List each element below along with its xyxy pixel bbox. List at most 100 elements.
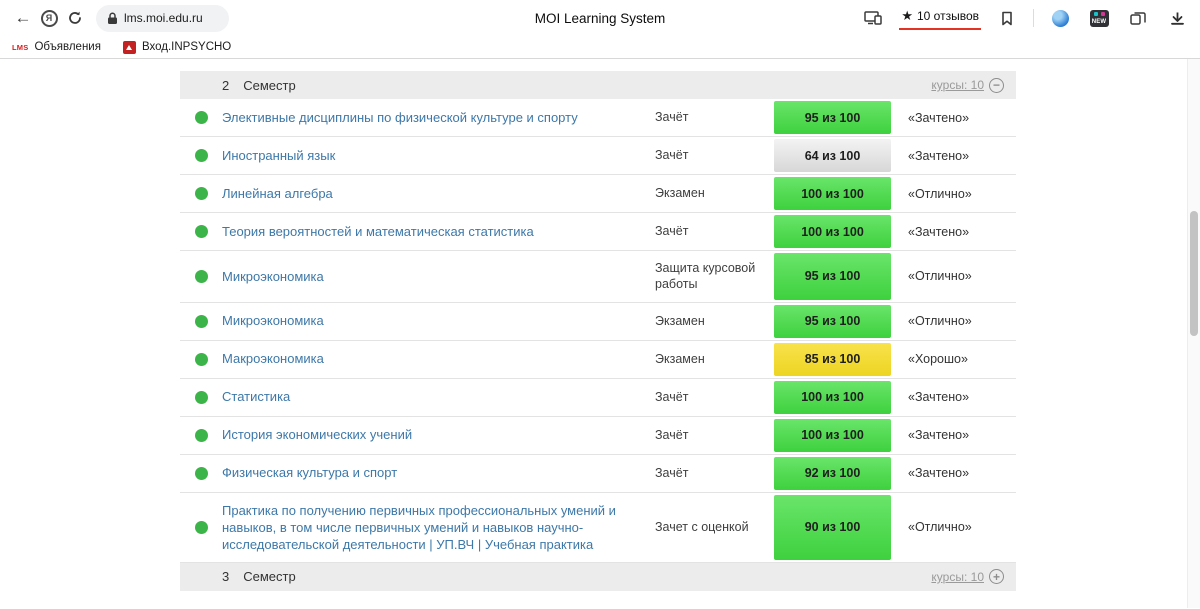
address-bar[interactable]: lms.moi.edu.ru <box>96 5 229 32</box>
courses-count-link: курсы: 10 <box>931 78 984 92</box>
course-link[interactable]: Микроэкономика <box>222 269 324 284</box>
status-dot-cell <box>180 99 222 136</box>
toolbar-right: ★ 10 отзывов NEW <box>860 5 1190 31</box>
bookmark-icon[interactable] <box>994 5 1020 31</box>
grade-text: «Зачтено» <box>896 390 1016 404</box>
score-cell: 95 из 100 <box>769 303 896 340</box>
semester-2-toggle[interactable]: курсы: 10 − <box>931 78 1004 93</box>
grade-text: «Хорошо» <box>896 352 1016 366</box>
score-badge: 64 из 100 <box>774 139 891 172</box>
score-cell: 64 из 100 <box>769 137 896 174</box>
course-link[interactable]: Статистика <box>222 389 290 404</box>
semester-3-toggle[interactable]: курсы: 10 + <box>931 569 1004 584</box>
browser-update-icon[interactable] <box>1047 5 1073 31</box>
bookmark-label: Вход.INPSYCHO <box>142 41 231 53</box>
page-content: 2 Семестр курсы: 10 − Элективные дисципл… <box>0 59 1200 608</box>
collections-icon[interactable] <box>1125 5 1151 31</box>
course-link[interactable]: Физическая культура и спорт <box>222 465 397 480</box>
table-row: Практика по получению первичных професси… <box>180 493 1016 563</box>
back-icon[interactable]: ← <box>10 5 36 31</box>
status-dot-icon <box>195 111 208 124</box>
status-dot-cell <box>180 213 222 250</box>
download-glyph-icon <box>1170 11 1185 26</box>
toolbar-divider <box>1033 9 1034 27</box>
grade-text: «Зачтено» <box>896 225 1016 239</box>
course-link[interactable]: Практика по получению первичных професси… <box>222 503 616 552</box>
score-badge: 95 из 100 <box>774 253 891 300</box>
reviews-button[interactable]: ★ 10 отзывов <box>899 6 981 30</box>
collections-glyph-icon <box>1130 11 1146 26</box>
scrollbar-thumb[interactable] <box>1190 211 1198 336</box>
score-badge: 100 из 100 <box>774 215 891 248</box>
status-dot-cell <box>180 175 222 212</box>
table-row: История экономических учений Зачёт 100 и… <box>180 417 1016 455</box>
course-name-cell: Физическая культура и спорт <box>222 455 655 490</box>
table-row: Статистика Зачёт 100 из 100 «Зачтено» <box>180 379 1016 417</box>
assessment-type: Зачёт <box>655 380 769 414</box>
course-name-cell: Теория вероятностей и математическая ста… <box>222 214 655 249</box>
course-link[interactable]: Микроэкономика <box>222 313 324 328</box>
score-cell: 100 из 100 <box>769 379 896 416</box>
table-row: Микроэкономика Защита курсовой работы 95… <box>180 251 1016 303</box>
grade-text: «Отлично» <box>896 314 1016 328</box>
lms-favicon: LMS <box>12 43 28 52</box>
status-dot-icon <box>195 521 208 534</box>
status-dot-icon <box>195 225 208 238</box>
score-badge: 90 из 100 <box>774 495 891 560</box>
course-name-cell: История экономических учений <box>222 417 655 452</box>
bookmark-item-announcements[interactable]: LMS Объявления <box>12 41 101 53</box>
gradebook-table: 2 Семестр курсы: 10 − Элективные дисципл… <box>180 71 1016 591</box>
score-cell: 95 из 100 <box>769 99 896 136</box>
lock-icon <box>107 12 118 25</box>
collapse-icon: − <box>989 78 1004 93</box>
url-text: lms.moi.edu.ru <box>124 11 203 25</box>
course-link[interactable]: Теория вероятностей и математическая ста… <box>222 224 534 239</box>
grade-text: «Зачтено» <box>896 466 1016 480</box>
status-dot-cell <box>180 455 222 492</box>
assessment-type: Зачёт <box>655 214 769 248</box>
assessment-type: Экзамен <box>655 176 769 210</box>
reviews-count: 10 отзывов <box>917 9 979 23</box>
score-badge: 100 из 100 <box>774 177 891 210</box>
assessment-type: Зачёт <box>655 418 769 452</box>
refresh-icon[interactable] <box>62 5 88 31</box>
bookmark-label: Объявления <box>34 41 101 53</box>
semester-number: 2 <box>222 78 229 93</box>
score-badge: 85 из 100 <box>774 343 891 376</box>
status-dot-icon <box>195 391 208 404</box>
semester-label: Семестр <box>243 569 295 584</box>
status-dot-icon <box>195 353 208 366</box>
courses-count-link: курсы: 10 <box>931 570 984 584</box>
bookmarks-bar: LMS Объявления Вход.INPSYCHO <box>0 36 1200 59</box>
course-link[interactable]: Макроэкономика <box>222 351 324 366</box>
refresh-glyph-icon <box>67 10 83 26</box>
course-link[interactable]: Иностранный язык <box>222 148 335 163</box>
score-cell: 100 из 100 <box>769 417 896 454</box>
devices-icon[interactable] <box>860 5 886 31</box>
course-link[interactable]: Элективные дисциплины по физической куль… <box>222 110 578 125</box>
scrollbar-track[interactable] <box>1187 59 1200 608</box>
yandex-home-icon[interactable]: Я <box>36 5 62 31</box>
status-dot-cell <box>180 493 222 562</box>
new-badge-icon[interactable]: NEW <box>1086 5 1112 31</box>
status-dot-icon <box>195 467 208 480</box>
status-dot-cell <box>180 251 222 302</box>
grade-text: «Отлично» <box>896 269 1016 283</box>
score-cell: 90 из 100 <box>769 493 896 562</box>
status-dot-cell <box>180 379 222 416</box>
course-name-cell: Элективные дисциплины по физической куль… <box>222 100 655 135</box>
course-link[interactable]: Линейная алгебра <box>222 186 333 201</box>
course-rows: Элективные дисциплины по физической куль… <box>180 99 1016 563</box>
grade-text: «Зачтено» <box>896 111 1016 125</box>
download-icon[interactable] <box>1164 5 1190 31</box>
bookmark-item-inpsycho[interactable]: Вход.INPSYCHO <box>123 41 231 54</box>
course-name-cell: Линейная алгебра <box>222 176 655 211</box>
yandex-ring-icon: Я <box>41 10 58 27</box>
grade-text: «Зачтено» <box>896 149 1016 163</box>
assessment-type: Зачёт <box>655 456 769 490</box>
semester-number: 3 <box>222 569 229 584</box>
course-name-cell: Иностранный язык <box>222 138 655 173</box>
course-name-cell: Статистика <box>222 379 655 414</box>
course-link[interactable]: История экономических учений <box>222 427 412 442</box>
status-dot-cell <box>180 341 222 378</box>
